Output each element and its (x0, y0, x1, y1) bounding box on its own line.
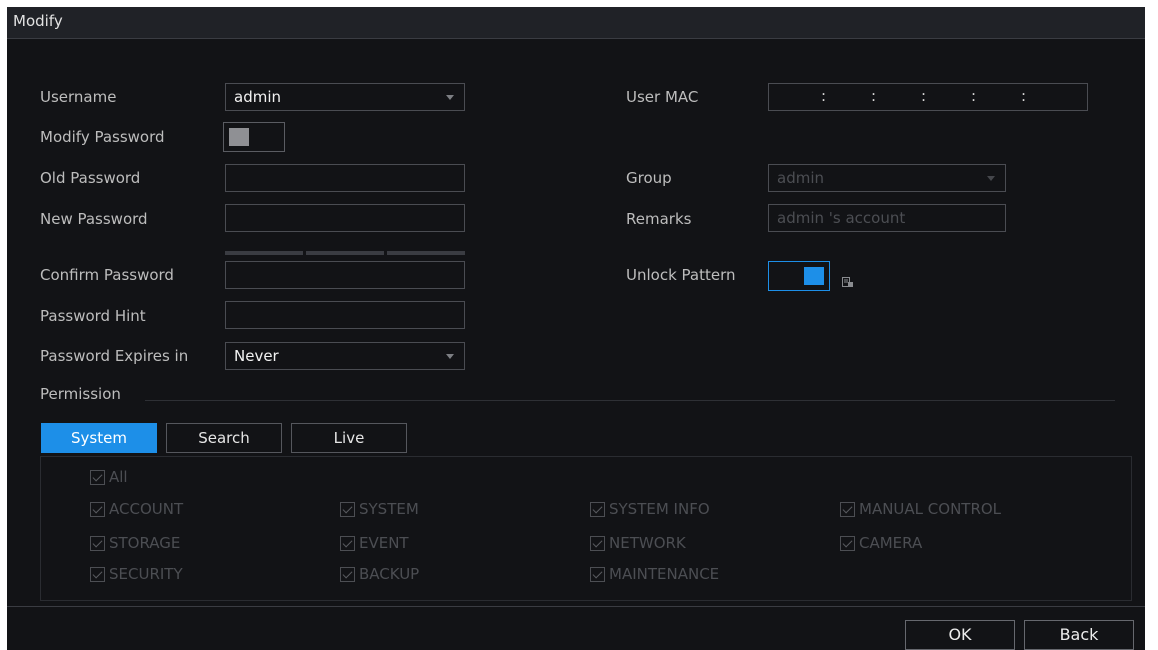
modify-password-toggle[interactable] (223, 122, 285, 152)
permission-checkbox[interactable]: CAMERA (840, 534, 922, 552)
permission-item-label: NETWORK (609, 534, 686, 552)
checkbox-checked-icon (90, 566, 105, 582)
permission-item-label: SYSTEM (359, 500, 419, 518)
unlock-pattern-toggle[interactable] (768, 261, 830, 291)
permission-checkbox[interactable]: MAINTENANCE (590, 565, 719, 583)
mac-separator: : (871, 87, 877, 105)
unlock-pattern-label: Unlock Pattern (626, 266, 736, 284)
password-strength-bar-strong (387, 251, 465, 255)
edit-pattern-icon[interactable] (842, 277, 853, 288)
password-expires-label: Password Expires in (40, 347, 189, 365)
chevron-down-icon (446, 354, 454, 359)
chevron-down-icon (987, 176, 995, 181)
permission-item-label: STORAGE (109, 534, 181, 552)
permission-item-label: SYSTEM INFO (609, 500, 710, 518)
checkbox-checked-icon (840, 501, 855, 517)
permission-checkbox[interactable]: NETWORK (590, 534, 686, 552)
password-hint-input[interactable] (225, 301, 465, 329)
new-password-input[interactable] (225, 204, 465, 232)
old-password-label: Old Password (40, 169, 141, 187)
password-expires-select[interactable]: Never (225, 342, 465, 370)
modify-password-label: Modify Password (40, 128, 165, 146)
tab-search[interactable]: Search (166, 423, 282, 453)
password-strength-bar-weak (225, 251, 303, 255)
back-button[interactable]: Back (1024, 620, 1134, 650)
username-label: Username (40, 88, 117, 106)
user-mac-input[interactable]: : : : : : (768, 83, 1088, 111)
password-expires-value: Never (234, 347, 279, 365)
checkbox-checked-icon (840, 535, 855, 551)
permission-item-label: MAINTENANCE (609, 565, 720, 583)
permission-item-label: ACCOUNT (109, 500, 184, 518)
tab-system[interactable]: System (41, 423, 157, 453)
checkbox-checked-icon (340, 535, 355, 551)
tab-live[interactable]: Live (291, 423, 407, 453)
ok-button[interactable]: OK (905, 620, 1015, 650)
mac-separator: : (971, 87, 977, 105)
checkbox-checked-icon (590, 566, 605, 582)
checkbox-checked-icon (340, 566, 355, 582)
toggle-knob (229, 128, 249, 146)
username-select[interactable]: admin (225, 83, 465, 111)
confirm-password-input[interactable] (225, 261, 465, 289)
checkbox-checked-icon (90, 469, 105, 485)
permission-item-label: CAMERA (859, 534, 923, 552)
footer-divider (7, 606, 1145, 607)
mac-separator: : (821, 87, 827, 105)
checkbox-checked-icon (90, 535, 105, 551)
password-hint-label: Password Hint (40, 307, 146, 325)
checkbox-checked-icon (590, 535, 605, 551)
chevron-down-icon (446, 95, 454, 100)
permission-checkbox[interactable]: SYSTEM INFO (590, 500, 710, 518)
permission-divider (145, 400, 1115, 401)
remarks-value: admin 's account (777, 209, 906, 227)
permission-checkbox[interactable]: ACCOUNT (90, 500, 183, 518)
checkbox-checked-icon (90, 501, 105, 517)
mac-separator: : (1021, 87, 1027, 105)
confirm-password-label: Confirm Password (40, 266, 174, 284)
old-password-input[interactable] (225, 164, 465, 192)
username-value: admin (234, 88, 281, 106)
mac-separator: : (921, 87, 927, 105)
password-strength-bar-medium (306, 251, 384, 255)
group-select[interactable]: admin (768, 164, 1006, 192)
modify-dialog: Modify Username admin Modify Password Ol… (7, 7, 1145, 650)
permission-panel (40, 456, 1132, 601)
permission-checkbox[interactable]: STORAGE (90, 534, 180, 552)
new-password-label: New Password (40, 210, 148, 228)
group-label: Group (626, 169, 672, 187)
permission-label: Permission (40, 385, 121, 403)
permission-label-all: All (109, 468, 128, 486)
permission-checkbox[interactable]: SYSTEM (340, 500, 419, 518)
checkbox-checked-icon (590, 501, 605, 517)
group-value: admin (777, 169, 824, 187)
remarks-input[interactable]: admin 's account (768, 204, 1006, 232)
remarks-label: Remarks (626, 210, 692, 228)
title-bar: Modify (7, 7, 1145, 39)
permission-checkbox[interactable]: MANUAL CONTROL (840, 500, 1001, 518)
dialog-title: Modify (13, 12, 63, 30)
toggle-knob (804, 267, 824, 285)
checkbox-checked-icon (340, 501, 355, 517)
permission-checkbox[interactable]: SECURITY (90, 565, 183, 583)
user-mac-label: User MAC (626, 88, 699, 106)
permission-item-label: SECURITY (109, 565, 183, 583)
permission-checkbox[interactable]: BACKUP (340, 565, 419, 583)
permission-item-label: MANUAL CONTROL (859, 500, 1002, 518)
permission-all-checkbox[interactable]: All (90, 468, 128, 486)
permission-item-label: BACKUP (359, 565, 420, 583)
permission-checkbox[interactable]: EVENT (340, 534, 409, 552)
permission-item-label: EVENT (359, 534, 409, 552)
